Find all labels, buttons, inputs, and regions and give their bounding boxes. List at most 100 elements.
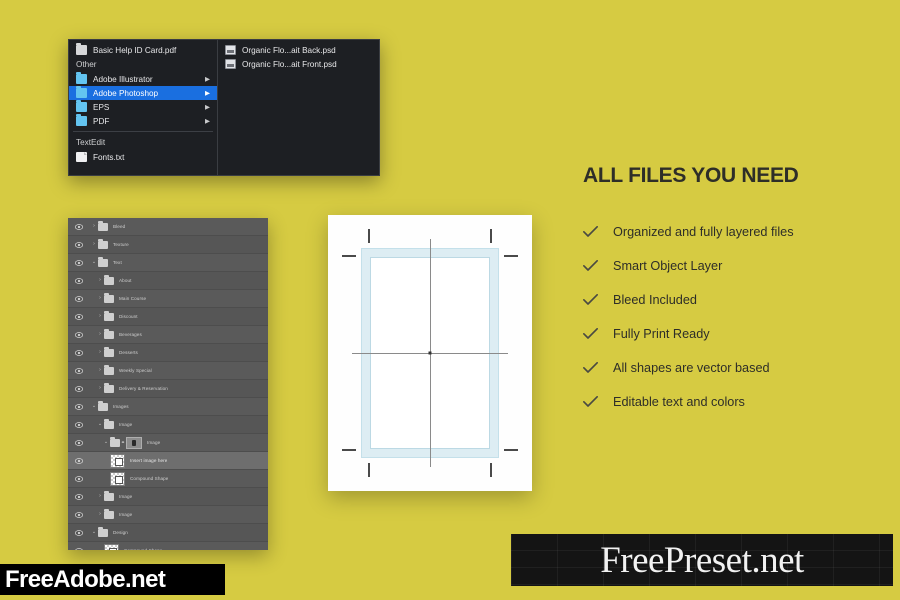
disclosure-triangle-icon[interactable]: ⌄ xyxy=(90,530,98,535)
checkmark-icon xyxy=(583,294,598,306)
layer-visibility-toggle[interactable] xyxy=(68,313,90,320)
disclosure-triangle-icon[interactable]: › xyxy=(90,224,98,229)
menu-item-pdf[interactable]: PDF ▶ xyxy=(69,114,217,128)
folder-icon xyxy=(104,509,114,519)
submenu-item[interactable]: Organic Flo...ait Back.psd xyxy=(218,43,379,57)
layer-row[interactable]: › Discount xyxy=(68,308,268,326)
disclosure-triangle-icon[interactable]: › xyxy=(96,296,104,301)
folder-icon xyxy=(104,419,114,429)
blue-folder-icon xyxy=(76,114,87,126)
layer-thumbnail xyxy=(110,471,125,486)
disclosure-triangle-icon[interactable]: › xyxy=(96,350,104,355)
layer-visibility-toggle[interactable] xyxy=(68,493,90,500)
artboard-preview xyxy=(328,215,532,491)
menu-item-label: Basic Help ID Card.pdf xyxy=(93,45,177,55)
visibility-eye-icon xyxy=(75,439,83,446)
layer-visibility-toggle[interactable] xyxy=(68,457,90,464)
visibility-eye-icon xyxy=(75,295,83,302)
disclosure-triangle-icon[interactable]: › xyxy=(96,278,104,283)
layer-row[interactable]: Compound Shape xyxy=(68,542,268,550)
disclosure-triangle-icon[interactable]: › xyxy=(96,314,104,319)
layer-visibility-toggle[interactable] xyxy=(68,475,90,482)
layer-visibility-toggle[interactable] xyxy=(68,367,90,374)
layer-row[interactable]: ⌄ Text xyxy=(68,254,268,272)
folder-icon xyxy=(104,275,114,285)
layer-visibility-toggle[interactable] xyxy=(68,529,90,536)
submenu-arrow-icon: ▶ xyxy=(205,104,210,111)
psd-file-icon xyxy=(225,45,236,55)
visibility-eye-icon xyxy=(75,331,83,338)
layer-visibility-toggle[interactable] xyxy=(68,331,90,338)
disclosure-triangle-icon[interactable]: ⌄ xyxy=(102,440,110,445)
disclosure-triangle-icon[interactable]: › xyxy=(90,242,98,247)
folder-icon xyxy=(110,437,120,447)
layer-row[interactable]: › Image xyxy=(68,506,268,524)
disclosure-triangle-icon[interactable]: › xyxy=(96,368,104,373)
menu-primary-column[interactable]: Basic Help ID Card.pdf Other Adobe Illustr… xyxy=(68,39,218,176)
layer-row[interactable]: › Desserts xyxy=(68,344,268,362)
layer-name: Insert image here xyxy=(130,458,168,463)
layer-visibility-toggle[interactable] xyxy=(68,223,90,230)
visibility-eye-icon xyxy=(75,313,83,320)
layer-row[interactable]: › Texture xyxy=(68,236,268,254)
layer-row[interactable]: › Beverages xyxy=(68,326,268,344)
menu-separator xyxy=(73,131,213,132)
layer-name: Compound Shape xyxy=(124,548,162,550)
layer-name: Texture xyxy=(113,242,129,247)
layer-visibility-toggle[interactable] xyxy=(68,385,90,392)
psd-file-icon xyxy=(225,59,236,69)
disclosure-triangle-icon[interactable]: › xyxy=(96,512,104,517)
visibility-eye-icon xyxy=(75,277,83,284)
layer-row[interactable]: ⌄ Image xyxy=(68,416,268,434)
disclosure-triangle-icon[interactable]: › xyxy=(96,386,104,391)
feature-label: Smart Object Layer xyxy=(613,259,723,273)
disclosure-triangle-icon[interactable]: ⌄ xyxy=(90,404,98,409)
layer-visibility-toggle[interactable] xyxy=(68,421,90,428)
crop-mark-top-right-v xyxy=(490,229,492,243)
menu-item-adobe-photoshop[interactable]: Adobe Photoshop ▶ xyxy=(69,86,217,100)
feature-item: Organized and fully layered files xyxy=(583,215,883,249)
folder-icon xyxy=(104,365,114,375)
pdf-document-icon xyxy=(76,43,87,55)
feature-label: Fully Print Ready xyxy=(613,327,710,341)
submenu-arrow-icon: ▶ xyxy=(205,90,210,97)
layer-row[interactable]: › Image xyxy=(68,488,268,506)
checkmark-icon xyxy=(583,362,598,374)
disclosure-triangle-icon[interactable]: › xyxy=(96,494,104,499)
layer-visibility-toggle[interactable] xyxy=(68,295,90,302)
layer-mask-thumbnail[interactable] xyxy=(126,436,142,449)
visibility-eye-icon xyxy=(75,511,83,518)
layer-visibility-toggle[interactable] xyxy=(68,349,90,356)
layer-visibility-toggle[interactable] xyxy=(68,259,90,266)
layer-row[interactable]: › Main Course xyxy=(68,290,268,308)
finder-context-menu[interactable]: Basic Help ID Card.pdf Other Adobe Illustr… xyxy=(68,39,380,176)
photoshop-layers-panel[interactable]: › Bleed › Texture ⌄ Text › About › Main Course › Di… xyxy=(68,218,268,550)
layer-row[interactable]: ⌄ Images xyxy=(68,398,268,416)
layer-row[interactable]: ⌄ Design xyxy=(68,524,268,542)
layer-visibility-toggle[interactable] xyxy=(68,439,90,446)
menu-item-adobe-illustrator[interactable]: Adobe Illustrator ▶ xyxy=(69,72,217,86)
menu-submenu-column[interactable]: Organic Flo...ait Back.psd Organic Flo...… xyxy=(218,39,380,176)
layer-row[interactable]: › About xyxy=(68,272,268,290)
layer-row[interactable]: › Delivery & Reservation xyxy=(68,380,268,398)
layer-visibility-toggle[interactable] xyxy=(68,547,90,550)
layer-row[interactable]: › Bleed xyxy=(68,218,268,236)
menu-item-eps[interactable]: EPS ▶ xyxy=(69,100,217,114)
disclosure-triangle-icon[interactable]: › xyxy=(96,332,104,337)
submenu-item[interactable]: Organic Flo...ait Front.psd xyxy=(218,57,379,71)
layer-visibility-toggle[interactable] xyxy=(68,511,90,518)
menu-item-basic-help-id-card-pdf[interactable]: Basic Help ID Card.pdf xyxy=(69,43,217,57)
crop-mark-bottom-right-h xyxy=(504,449,518,451)
layer-visibility-toggle[interactable] xyxy=(68,277,90,284)
disclosure-triangle-icon[interactable]: ⌄ xyxy=(90,260,98,265)
layer-visibility-toggle[interactable] xyxy=(68,403,90,410)
layer-row[interactable]: › Weekly Special xyxy=(68,362,268,380)
menu-item-fonts-txt[interactable]: Fonts.txt xyxy=(69,150,217,164)
menu-item-label: Other xyxy=(76,60,97,69)
submenu-arrow-icon: ▶ xyxy=(205,118,210,125)
layer-row[interactable]: Compound Shape xyxy=(68,470,268,488)
disclosure-triangle-icon[interactable]: ⌄ xyxy=(96,422,104,427)
layer-visibility-toggle[interactable] xyxy=(68,241,90,248)
layer-row[interactable]: ⌄ ⚭ Image xyxy=(68,434,268,452)
layer-row[interactable]: Insert image here xyxy=(68,452,268,470)
